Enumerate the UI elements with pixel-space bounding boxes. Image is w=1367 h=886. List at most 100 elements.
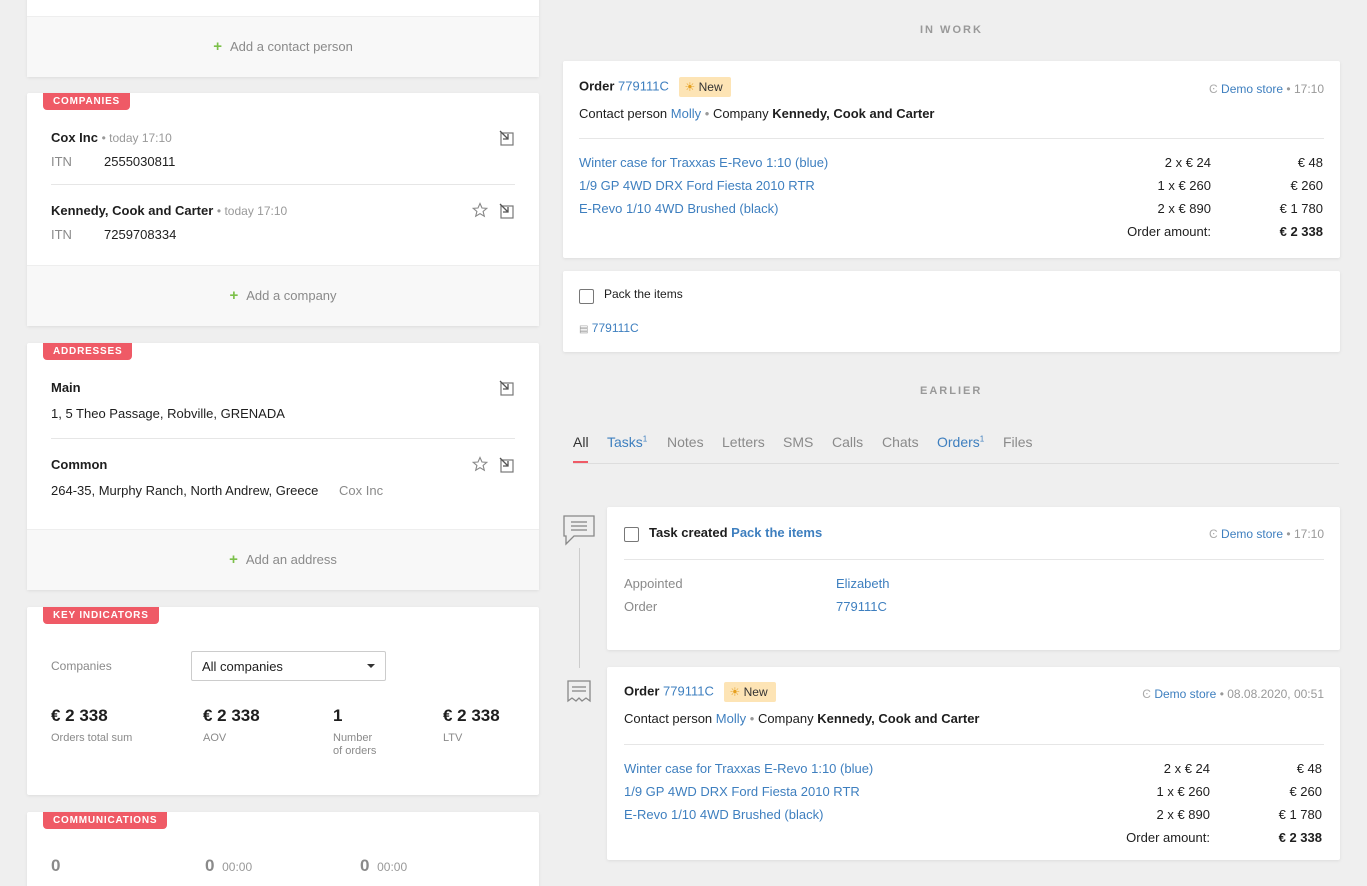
companies-select[interactable]: All companies [191, 651, 386, 681]
star-icon[interactable] [472, 202, 488, 218]
add-company-label: Add a company [246, 288, 337, 303]
appointed-link[interactable]: Elizabeth [836, 576, 889, 591]
order-item-sum: € 1 780 [1279, 201, 1323, 216]
metric-label: LTV [443, 732, 463, 744]
task-checkbox[interactable] [579, 289, 594, 304]
caret-down-icon [367, 664, 375, 668]
order-number-link[interactable]: 779111C [618, 78, 669, 93]
open-external-icon[interactable] [499, 457, 515, 473]
task-order-ref: ▤ 779111C [579, 321, 639, 335]
task-event-checkbox[interactable] [624, 527, 639, 542]
contact-link[interactable]: Molly [671, 106, 701, 121]
itn-value: 2555030811 [104, 154, 176, 169]
order-item-sum: € 260 [1289, 784, 1322, 799]
company-name[interactable]: Kennedy, Cook and Carter [51, 203, 213, 218]
appointed-label: Appointed [624, 576, 683, 591]
tab-files[interactable]: Files [1003, 434, 1033, 450]
address-name: Common [51, 457, 108, 472]
comm-value: 0 [360, 856, 370, 875]
comm-stat: 0 00:00 [205, 856, 252, 876]
metric-value: € 2 338 [443, 706, 500, 725]
add-contact-button[interactable]: + Add a contact person [27, 16, 539, 77]
tab-tasks[interactable]: Tasks1 [607, 434, 647, 450]
bulb-icon: ☀ [729, 685, 741, 699]
add-address-button[interactable]: + Add an address [27, 529, 539, 590]
metric: € 2 338 LTV [443, 706, 533, 744]
order-item-qty: 2 x € 24 [1164, 155, 1211, 170]
order-item-link[interactable]: E-Revo 1/10 4WD Brushed (black) [579, 201, 778, 216]
star-icon[interactable] [472, 456, 488, 472]
addresses-card: ADDRESSES Main 1, 5 Theo Passage, Robvil… [27, 343, 539, 590]
add-company-button[interactable]: + Add a company [27, 265, 539, 326]
metric: 1 Number of orders [333, 706, 383, 758]
open-external-icon[interactable] [499, 130, 515, 146]
order-item-link[interactable]: 1/9 GP 4WD DRX Ford Fiesta 2010 RTR [624, 784, 860, 799]
communications-tag: COMMUNICATIONS [43, 812, 168, 829]
comm-time: 00:00 [222, 860, 253, 874]
tab-all[interactable]: All [573, 434, 589, 450]
order-total: € 2 338 [1279, 224, 1323, 239]
order-contact-line: Contact person Molly • Company Kennedy, … [579, 106, 935, 121]
company-time: today 17:10 [224, 204, 288, 218]
order-item-sum: € 1 780 [1278, 807, 1322, 822]
order-contact-line: Contact person Molly • Company Kennedy, … [624, 711, 980, 726]
earlier-title: EARLIER [920, 385, 983, 397]
add-address-label: Add an address [245, 552, 337, 567]
comm-value: 0 [205, 856, 215, 875]
metric-label: Number of orders [333, 732, 377, 757]
company-label: Company [757, 711, 814, 726]
order-item-qty: 2 x € 890 [1156, 807, 1211, 822]
order-item-link[interactable]: 1/9 GP 4WD DRX Ford Fiesta 2010 RTR [579, 178, 815, 193]
address-name: Main [51, 380, 81, 395]
comm-stat: 0 [51, 856, 60, 876]
task-timeline-icon [563, 515, 595, 546]
order-link[interactable]: 779111C [836, 599, 887, 614]
order-icon: ▤ [579, 324, 589, 335]
order-meta: Ͼ Demo store • 17:10 [1209, 82, 1324, 96]
companies-card: COMPANIES Cox Inc • today 17:10 ITN 2555… [27, 93, 539, 326]
contact-label: Contact person [579, 106, 668, 121]
companies-filter-label: Companies [51, 659, 112, 673]
store-link[interactable]: Demo store [1221, 82, 1283, 96]
order-item-qty: 1 x € 260 [1156, 784, 1211, 799]
store-icon: Ͼ [1209, 82, 1218, 96]
contacts-card: + Add a contact person [27, 0, 539, 77]
contact-label: Contact person [624, 711, 713, 726]
open-external-icon[interactable] [499, 380, 515, 396]
in-work-title: IN WORK [920, 24, 983, 36]
tab-orders[interactable]: Orders1 [937, 434, 984, 450]
tab-letters[interactable]: Letters [722, 434, 765, 450]
metric: € 2 338 AOV [203, 706, 323, 744]
metric-value: € 2 338 [51, 706, 108, 725]
tab-chats[interactable]: Chats [882, 434, 919, 450]
itn-value: 7259708334 [104, 227, 177, 242]
order-header: Order 779111C ☀ New [579, 77, 731, 97]
order-number-link[interactable]: 779111C [663, 683, 714, 698]
task-event-link[interactable]: Pack the items [731, 525, 822, 540]
order-item-link[interactable]: Winter case for Traxxas E-Revo 1:10 (blu… [624, 761, 873, 776]
task-card: Pack the items ▤ 779111C [563, 271, 1340, 352]
metric-label: Orders total sum [51, 732, 133, 744]
key-indicators-tag: KEY INDICATORS [43, 607, 159, 624]
order-label: Order [624, 683, 660, 699]
order-timeline-icon [567, 680, 591, 703]
order-item-link[interactable]: Winter case for Traxxas E-Revo 1:10 (blu… [579, 155, 828, 170]
order-item-link[interactable]: E-Revo 1/10 4WD Brushed (black) [624, 807, 823, 822]
order-item-sum: € 48 [1297, 155, 1323, 170]
store-link[interactable]: Demo store [1221, 527, 1283, 541]
store-link[interactable]: Demo store [1154, 687, 1216, 701]
task-order-link[interactable]: 779111C [592, 321, 639, 335]
tab-sms[interactable]: SMS [783, 434, 813, 450]
tab-notes[interactable]: Notes [667, 434, 704, 450]
contact-link[interactable]: Molly [716, 711, 746, 726]
address-text: 1, 5 Theo Passage, Robville, GRENADA [51, 406, 285, 421]
open-external-icon[interactable] [499, 203, 515, 219]
tab-calls[interactable]: Calls [832, 434, 863, 450]
comm-stat: 0 00:00 [360, 856, 407, 876]
companies-select-value: All companies [202, 659, 283, 674]
company-name[interactable]: Cox Inc [51, 130, 98, 145]
company-value: Kennedy, Cook and Carter [772, 106, 935, 121]
key-indicators-card: KEY INDICATORS Companies All companies €… [27, 607, 539, 795]
address-company: Cox Inc [339, 483, 384, 498]
company-item: Cox Inc • today 17:10 [51, 130, 172, 145]
